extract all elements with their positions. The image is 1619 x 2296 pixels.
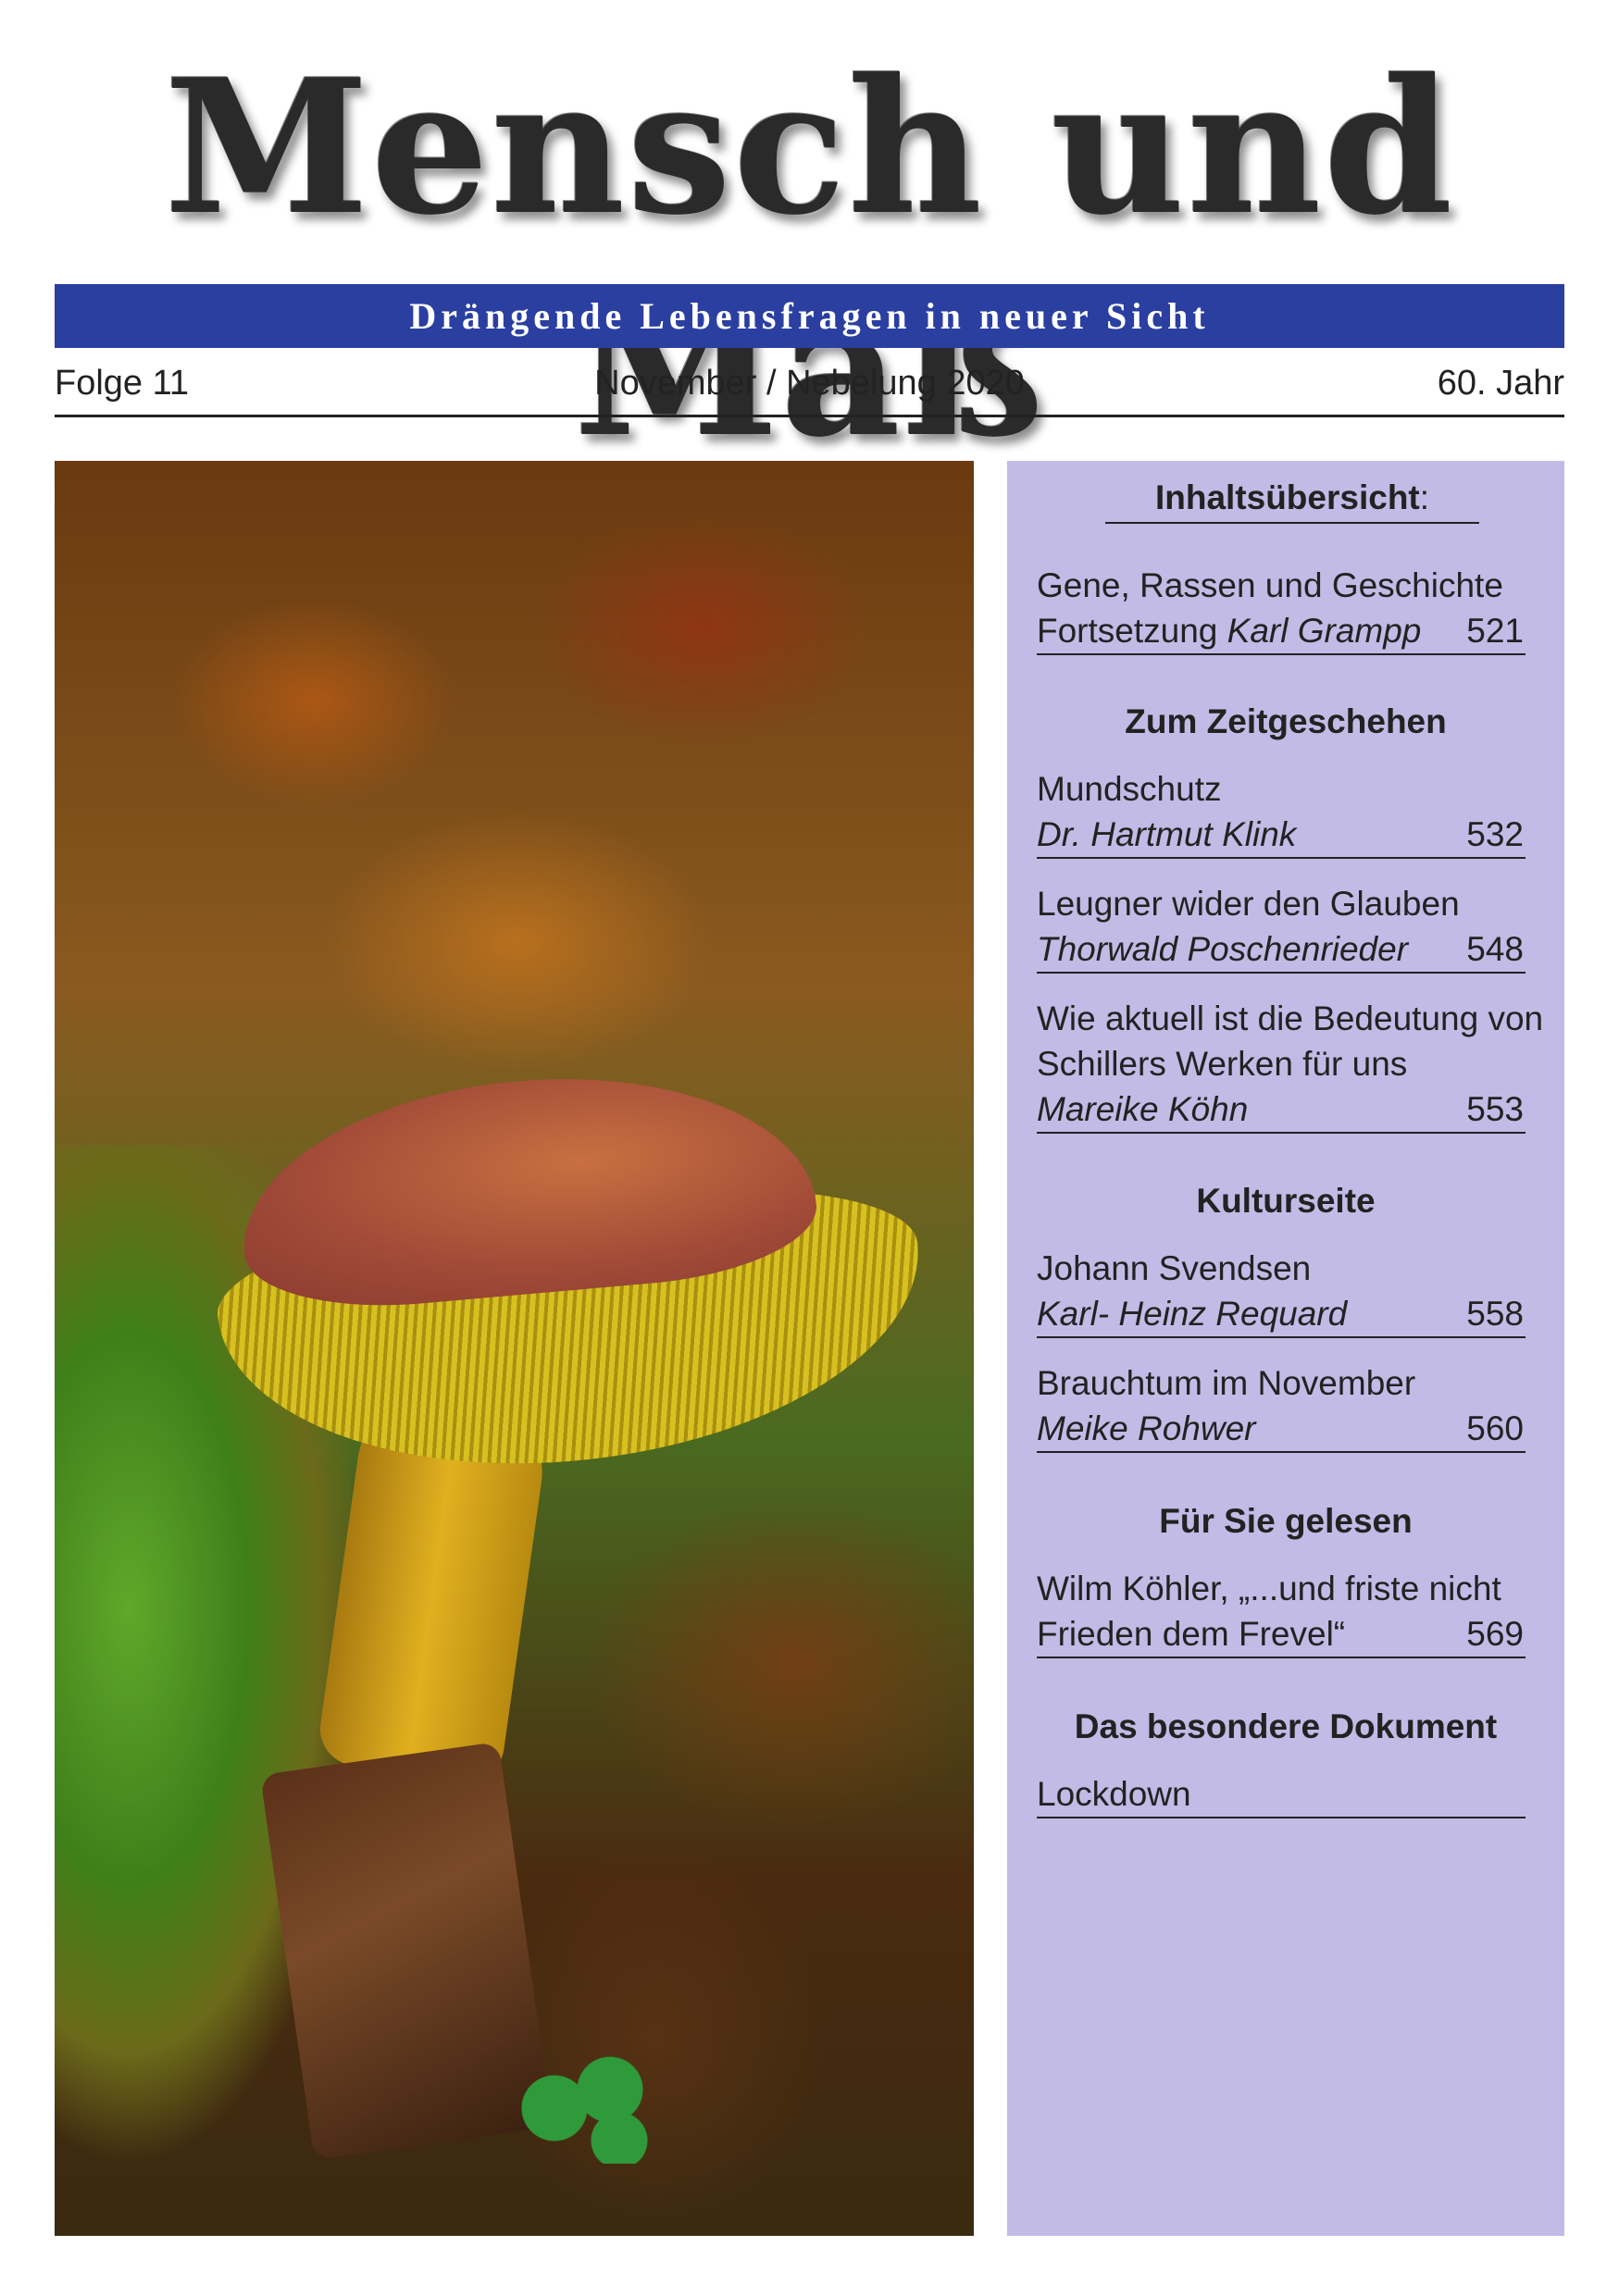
toc-entry-author: Karl- Heinz Requard bbox=[1037, 1295, 1348, 1333]
toc-entry-author: Meike Rohwer bbox=[1037, 1409, 1256, 1447]
toc-entry-title-cont: Frieden dem Frevel“ bbox=[1037, 1615, 1346, 1653]
toc-entry[interactable]: Gene, Rassen und Geschichte Fortsetzung … bbox=[1037, 563, 1526, 655]
toc-entry-author-row: Mareike Köhn 553 bbox=[1037, 1086, 1526, 1132]
toc-entry-page: 558 bbox=[1466, 1295, 1524, 1333]
toc-entry-author: Thorwald Poschenrieder bbox=[1037, 930, 1409, 968]
toc-entry-author: Dr. Hartmut Klink bbox=[1037, 815, 1297, 853]
toc-entry-page: 521 bbox=[1466, 612, 1524, 650]
toc-entry-author-row: Meike Rohwer 560 bbox=[1037, 1406, 1526, 1451]
toc-title-colon: : bbox=[1419, 478, 1430, 516]
toc-entry[interactable]: Wilm Köhler, „...und friste nicht Friede… bbox=[1037, 1566, 1526, 1658]
toc-entry-title: Lockdown bbox=[1037, 1775, 1191, 1813]
toc-entry-title: Brauchtum im November bbox=[1037, 1364, 1416, 1402]
toc-entry[interactable]: Leugner wider den Glauben Thorwald Posch… bbox=[1037, 881, 1526, 974]
toc-entry-title-cont: Schillers Werken für uns bbox=[1037, 1045, 1408, 1083]
toc-entry-author: Karl Grampp bbox=[1227, 612, 1422, 650]
toc-entry-author: Mareike Köhn bbox=[1037, 1090, 1249, 1128]
toc-entry-title: Mundschutz bbox=[1037, 770, 1222, 808]
section-heading: Kulturseite bbox=[1196, 1182, 1376, 1220]
toc-entry-author-row: Dr. Hartmut Klink 532 bbox=[1037, 812, 1526, 857]
subtitle-bar: Drängende Lebensfragen in neuer Sicht bbox=[55, 284, 1564, 348]
section-heading: Zum Zeitgeschehen bbox=[1125, 702, 1447, 740]
toc-entry[interactable]: Wie aktuell ist die Bedeutung von Schill… bbox=[1037, 996, 1544, 1134]
toc-entry-page: 553 bbox=[1466, 1090, 1524, 1128]
toc-entry-title: Gene, Rassen und Geschichte bbox=[1037, 566, 1503, 604]
toc-title-text: Inhaltsübersicht bbox=[1154, 478, 1420, 516]
toc-entry-prefix: Fortsetzung bbox=[1037, 612, 1227, 650]
toc-title: Inhaltsübersicht: bbox=[1105, 478, 1479, 524]
toc-entry-page: 560 bbox=[1466, 1409, 1524, 1447]
section-heading: Für Sie gelesen bbox=[1159, 1502, 1413, 1540]
clover-shape bbox=[517, 2053, 666, 2164]
toc-entry[interactable]: Mundschutz Dr. Hartmut Klink 532 bbox=[1037, 766, 1526, 859]
issue-month: November / Nebelung 2020 bbox=[594, 364, 1025, 403]
toc-entry[interactable]: Johann Svendsen Karl- Heinz Requard 558 bbox=[1037, 1246, 1526, 1338]
toc-entry-title: Leugner wider den Glauben bbox=[1037, 885, 1460, 923]
toc-entry-page: 548 bbox=[1466, 930, 1524, 968]
issue-year: 60. Jahr bbox=[1437, 364, 1564, 403]
toc-entry-title: Johann Svendsen bbox=[1037, 1249, 1312, 1287]
issue-line: Folge 11 November / Nebelung 2020 60. Ja… bbox=[55, 359, 1564, 417]
toc-entry-author-row: Karl- Heinz Requard 558 bbox=[1037, 1291, 1526, 1336]
table-of-contents: Inhaltsübersicht: Gene, Rassen und Gesch… bbox=[1007, 461, 1564, 2236]
toc-entry-page: 569 bbox=[1466, 1615, 1524, 1653]
section-heading: Das besondere Dokument bbox=[1074, 1707, 1498, 1745]
toc-entry-title: Wilm Köhler, „...und friste nicht bbox=[1037, 1570, 1501, 1607]
toc-entry-page: 532 bbox=[1466, 815, 1524, 853]
masthead-title: Mensch und Maß bbox=[164, 39, 1455, 478]
toc-entry[interactable]: Lockdown bbox=[1037, 1771, 1526, 1818]
mushroom-photo bbox=[55, 461, 974, 2236]
toc-entry-title-row: Frieden dem Frevel“ 569 bbox=[1037, 1611, 1526, 1657]
toc-entry-title: Wie aktuell ist die Bedeutung von bbox=[1037, 999, 1544, 1037]
toc-entry[interactable]: Brauchtum im November Meike Rohwer 560 bbox=[1037, 1360, 1526, 1453]
toc-entry-author-row: Fortsetzung Karl Grampp 521 bbox=[1037, 608, 1526, 653]
toc-entry-author-row: Thorwald Poschenrieder 548 bbox=[1037, 926, 1526, 972]
